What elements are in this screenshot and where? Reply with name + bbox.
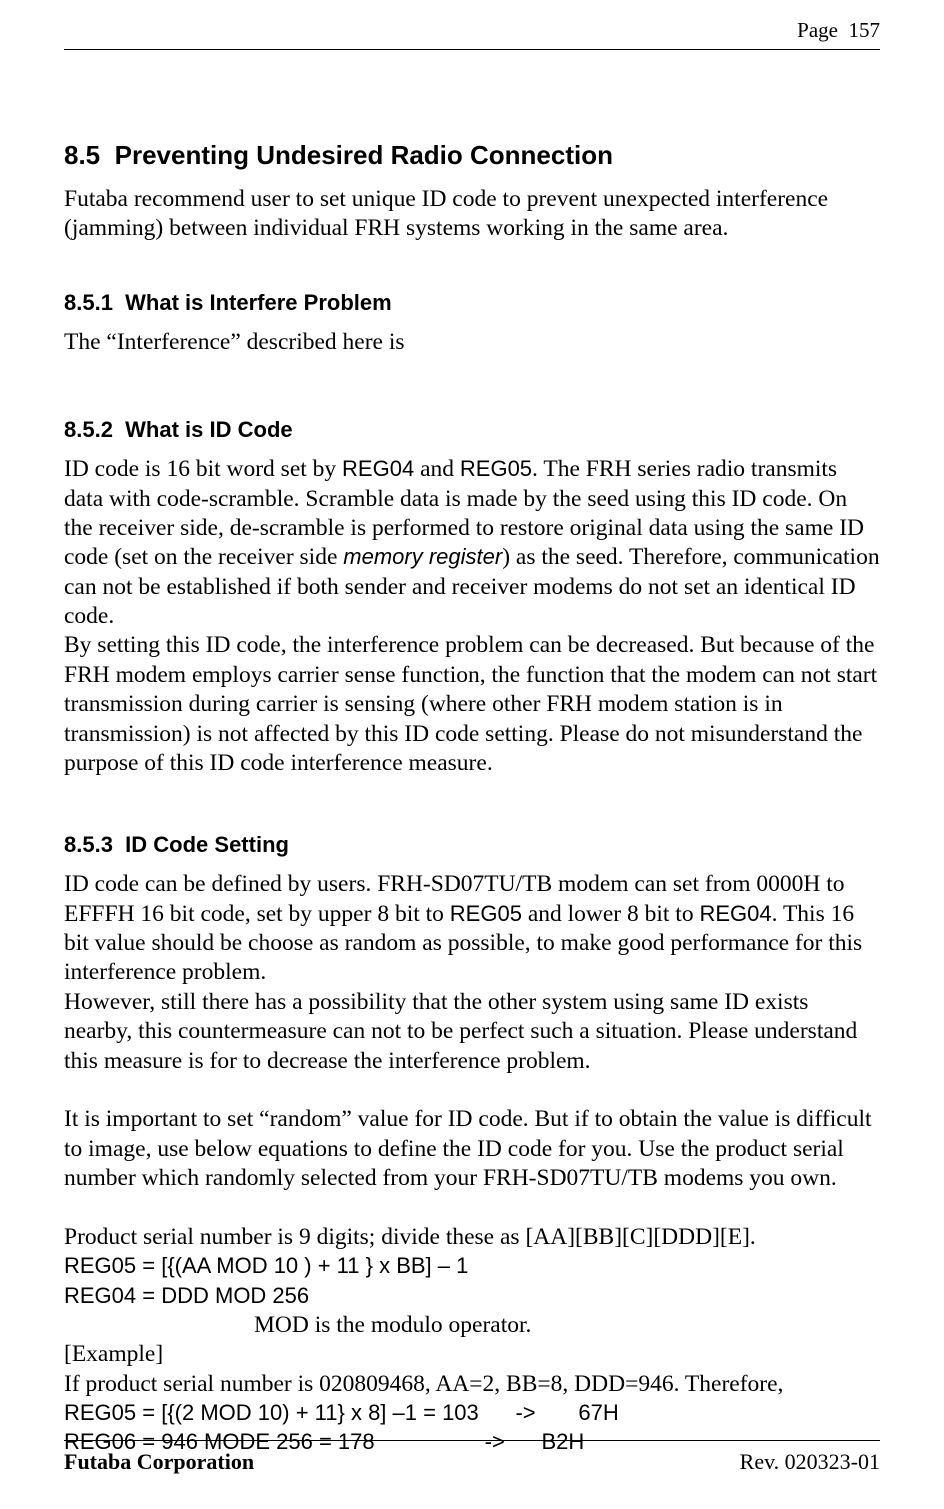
subsection-text: What is ID Code [125, 417, 292, 442]
reg04-label: REG04 [342, 456, 414, 481]
section-8-5-title: 8.5 Preventing Undesired Radio Connectio… [64, 140, 880, 171]
section-text: Preventing Undesired Radio Connection [115, 140, 613, 170]
text: and [414, 456, 460, 482]
equation-reg04: REG04 = DDD MOD 256 [64, 1283, 309, 1308]
page-number: 157 [849, 18, 881, 42]
page-footer: Futaba Corporation Rev. 020323-01 [64, 1440, 880, 1475]
text: and lower 8 bit to [522, 901, 700, 927]
footer-corporation: Futaba Corporation [64, 1449, 254, 1475]
text: By setting this ID code, the interferenc… [64, 632, 877, 776]
subsection-8-5-1-title: 8.5.1 What is Interfere Problem [64, 290, 880, 316]
section-8-5-intro: Futaba recommend user to set unique ID c… [64, 185, 880, 244]
subsection-number: 8.5.3 [64, 832, 113, 857]
reg05-label: REG05 [460, 456, 532, 481]
subsection-8-5-1-body: The “Interference” described here is [64, 328, 880, 357]
mod-note: MOD is the modulo operator. [64, 1311, 880, 1340]
subsection-8-5-2-body: ID code is 16 bit word set by REG04 and … [64, 455, 880, 778]
page-header: Page 157 [64, 0, 880, 50]
subsection-text: What is Interfere Problem [125, 290, 392, 315]
memory-register-label: memory register [343, 544, 502, 569]
equation-reg05: REG05 = [{(AA MOD 10 ) + 11 } x BB] – 1 [64, 1253, 468, 1278]
text: ID code is 16 bit word set by [64, 456, 342, 482]
example-text: If product serial number is 020809468, A… [64, 1371, 783, 1397]
example-label: [Example] [64, 1341, 163, 1367]
serial-note: Product serial number is 9 digits; divid… [64, 1224, 756, 1250]
subsection-8-5-2-title: 8.5.2 What is ID Code [64, 417, 880, 443]
subsection-8-5-3-body: ID code can be defined by users. FRH-SD0… [64, 870, 880, 1458]
subsection-number: 8.5.2 [64, 417, 113, 442]
section-number: 8.5 [64, 140, 100, 170]
footer-revision: Rev. 020323-01 [740, 1449, 880, 1475]
text: However, still there has a possibility t… [64, 989, 857, 1074]
reg05-label: REG05 [450, 901, 522, 926]
subsection-text: ID Code Setting [125, 832, 289, 857]
example-row-1: REG05 = [{(2 MOD 10) + 11} x 8] –1 = 103… [64, 1400, 619, 1425]
text: It is important to set “random” value fo… [64, 1106, 872, 1191]
page-label: Page [797, 18, 838, 42]
subsection-8-5-3-title: 8.5.3 ID Code Setting [64, 832, 880, 858]
reg04-label: REG04 [699, 901, 771, 926]
subsection-number: 8.5.1 [64, 290, 113, 315]
